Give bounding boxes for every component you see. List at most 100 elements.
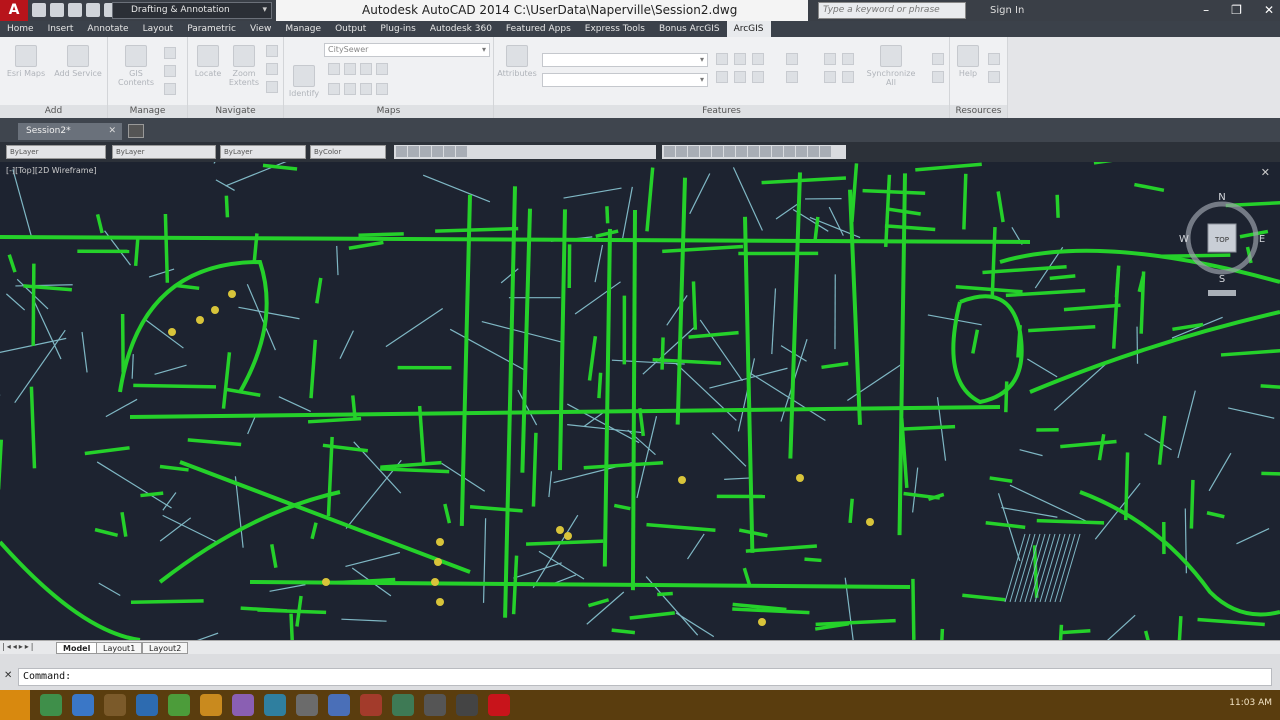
feature-tool-icon[interactable] — [824, 71, 836, 83]
zoom-icon[interactable] — [266, 63, 278, 75]
street-line[interactable] — [339, 330, 354, 359]
manhole-point[interactable] — [436, 538, 444, 546]
manhole-point[interactable] — [678, 476, 686, 484]
street-line[interactable] — [724, 477, 751, 480]
sewer-lateral[interactable] — [1177, 615, 1183, 640]
sewer-lateral[interactable] — [1172, 322, 1204, 332]
sewer-lateral[interactable] — [742, 567, 752, 586]
manhole-point[interactable] — [434, 558, 442, 566]
street-line[interactable] — [105, 398, 138, 418]
manhole-point[interactable] — [228, 290, 236, 298]
sewer-lateral[interactable] — [31, 263, 36, 346]
autocad-taskbar-icon[interactable] — [488, 694, 510, 716]
sewer-lateral[interactable] — [1157, 415, 1167, 465]
street-line[interactable] — [162, 514, 218, 544]
sewer-lateral[interactable] — [587, 598, 610, 608]
street-line[interactable] — [1144, 433, 1172, 451]
new-icon[interactable] — [32, 3, 46, 17]
sewer-lateral[interactable] — [745, 544, 818, 553]
sewer-main[interactable] — [503, 186, 517, 618]
sewer-lateral[interactable] — [804, 557, 822, 563]
street-line[interactable] — [642, 326, 696, 375]
taskbar-app-icon[interactable] — [392, 694, 414, 716]
sewer-lateral[interactable] — [955, 285, 1023, 294]
sewer-main[interactable] — [630, 210, 637, 591]
street-line[interactable] — [567, 424, 642, 434]
street-line[interactable] — [675, 612, 715, 638]
layer-tool-icon[interactable] — [420, 146, 431, 157]
street-line[interactable] — [481, 321, 563, 343]
sewer-lateral[interactable] — [1206, 511, 1225, 519]
sewer-lateral[interactable] — [351, 395, 357, 418]
sewer-lateral[interactable] — [120, 313, 125, 373]
sewer-main[interactable] — [602, 228, 612, 567]
tab-plug-ins[interactable]: Plug-ins — [373, 21, 423, 37]
tab-output[interactable]: Output — [328, 21, 373, 37]
manhole-point[interactable] — [211, 306, 219, 314]
view-tool-icon[interactable] — [820, 146, 831, 157]
hatch-line[interactable] — [1029, 533, 1051, 603]
view-tool-icon[interactable] — [760, 146, 771, 157]
manhole-point[interactable] — [322, 578, 330, 586]
sewer-curve[interactable] — [0, 540, 141, 640]
sewer-lateral[interactable] — [595, 229, 619, 238]
sewer-lateral[interactable] — [1060, 439, 1117, 449]
street-line[interactable] — [563, 187, 622, 199]
sewer-lateral[interactable] — [1143, 630, 1150, 640]
sewer-lateral[interactable] — [985, 521, 1026, 530]
street-line[interactable] — [1071, 614, 1136, 640]
hatch-line[interactable] — [1039, 533, 1061, 603]
sewer-lateral[interactable] — [645, 167, 655, 232]
street-line[interactable] — [98, 582, 121, 597]
taskbar-app-icon[interactable] — [168, 694, 190, 716]
taskbar-app-icon[interactable] — [232, 694, 254, 716]
feature-tool-icon[interactable] — [752, 71, 764, 83]
street-line[interactable] — [586, 591, 625, 625]
street-line[interactable] — [594, 244, 604, 283]
street-line[interactable] — [184, 632, 219, 640]
feature-tool-icon[interactable] — [716, 53, 728, 65]
workspace-switcher[interactable]: Drafting & Annotation — [112, 2, 272, 19]
street-line[interactable] — [548, 471, 553, 498]
sewer-lateral[interactable] — [1097, 433, 1106, 461]
view-tool-icon[interactable] — [724, 146, 735, 157]
sewer-lateral[interactable] — [358, 232, 404, 237]
tab-arcgis[interactable]: ArcGIS — [726, 21, 771, 37]
sewer-lateral[interactable] — [159, 464, 189, 472]
sewer-lateral[interactable] — [240, 606, 288, 613]
taskbar-app-icon[interactable] — [360, 694, 382, 716]
document-tab[interactable]: Session2* ✕ — [18, 123, 122, 140]
view-tool-icon[interactable] — [712, 146, 723, 157]
street-line[interactable] — [828, 206, 844, 236]
sewer-lateral[interactable] — [583, 460, 664, 470]
street-line[interactable] — [148, 268, 175, 278]
sewer-lateral[interactable] — [1032, 545, 1039, 598]
orbit-icon[interactable] — [266, 81, 278, 93]
sewer-lateral[interactable] — [511, 555, 519, 615]
application-menu-button[interactable]: A — [0, 0, 28, 21]
feature-tool-icon[interactable] — [824, 53, 836, 65]
map-tool-icon[interactable] — [360, 83, 372, 95]
saveas-icon[interactable] — [86, 3, 100, 17]
sewer-lateral[interactable] — [996, 191, 1005, 223]
street-line[interactable] — [154, 364, 187, 375]
street-line[interactable] — [143, 318, 184, 349]
sewer-lateral[interactable] — [691, 281, 698, 330]
street-line[interactable] — [538, 550, 585, 580]
sewer-lateral[interactable] — [133, 237, 140, 266]
sewer-lateral[interactable] — [629, 611, 676, 620]
sewer-lateral[interactable] — [270, 544, 278, 569]
resource-icon[interactable] — [988, 71, 1000, 83]
tab-autodesk-360[interactable]: Autodesk 360 — [423, 21, 499, 37]
sewer-main[interactable] — [743, 216, 755, 553]
sewer-lateral[interactable] — [1004, 381, 1009, 413]
taskbar-app-icon[interactable] — [456, 694, 478, 716]
view-tool-icon[interactable] — [664, 146, 675, 157]
synchronize-all-button[interactable]: Synchronize All — [866, 45, 916, 87]
street-line[interactable] — [689, 173, 711, 215]
sewer-lateral[interactable] — [939, 628, 945, 640]
hatch-line[interactable] — [1054, 533, 1076, 603]
close-tab-icon[interactable]: ✕ — [108, 123, 116, 140]
sewer-main[interactable] — [459, 194, 472, 526]
manhole-point[interactable] — [796, 474, 804, 482]
